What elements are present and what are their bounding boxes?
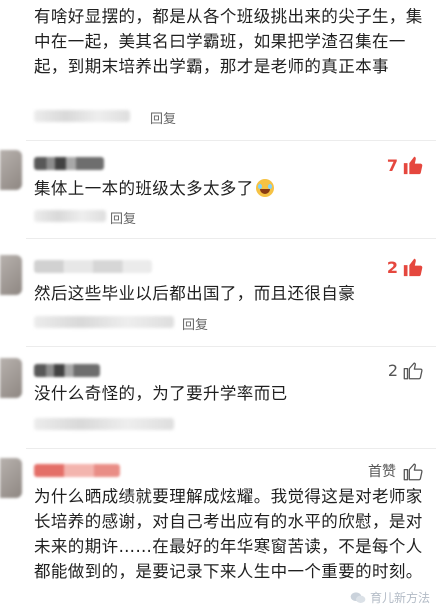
comment-2-like-button[interactable]: 7 (387, 154, 424, 176)
thumbs-up-icon (403, 258, 423, 277)
comment-5-text: 为什么晒成绩就要理解成炫耀。我觉得这是对老师家长培养的感谢，对自己考出应有的水平… (34, 487, 423, 581)
divider (26, 346, 436, 347)
divider (26, 448, 436, 449)
wechat-logo-icon (350, 591, 366, 603)
comment-3-like-button[interactable]: 2 (387, 256, 424, 278)
divider (26, 140, 436, 141)
comment-5-like-button[interactable]: 首赞 (368, 460, 424, 482)
avatar[interactable] (0, 358, 22, 398)
thumbs-up-icon (403, 463, 423, 481)
first-like-badge: 首赞 (368, 464, 396, 480)
like-count: 2 (387, 360, 398, 380)
avatar[interactable] (0, 458, 22, 498)
divider (26, 238, 436, 239)
avatar[interactable] (0, 150, 22, 190)
username[interactable] (34, 157, 104, 170)
watermark-text: 育儿新方法 (369, 591, 430, 605)
comment-3-text: 然后这些毕业以后都出国了，而且还很自豪 (34, 284, 356, 303)
avatar[interactable] (0, 255, 22, 295)
username[interactable] (34, 464, 120, 477)
thumbs-up-icon (403, 156, 423, 175)
username[interactable] (34, 364, 100, 377)
comment-2-reply-button[interactable]: 回复 (110, 208, 136, 227)
like-count: 2 (386, 257, 398, 277)
comment-2-text: 集体上一本的班级太多太多了 (34, 176, 426, 201)
comment-4-like-button[interactable]: 2 (388, 359, 424, 381)
comment-2-meta (34, 210, 106, 222)
comment-3-meta (34, 316, 174, 328)
comment-4-meta (34, 418, 174, 430)
watermark: 育儿新方法 (350, 589, 430, 606)
comment-2-text-content: 集体上一本的班级太多太多了 (34, 179, 254, 198)
comment-3-reply-button[interactable]: 回复 (182, 314, 208, 333)
comment-1-text: 有啥好显摆的，都是从各个班级挑出来的尖子生，集中在一起，美其名曰学霸班，如果把学… (34, 7, 423, 76)
thumbs-up-icon (403, 362, 423, 380)
comment-1-reply-button[interactable]: 回复 (150, 108, 176, 127)
laughing-emoji-icon (255, 179, 274, 197)
comment-1-meta (34, 110, 130, 122)
like-count: 7 (386, 155, 398, 175)
comment-4-text: 没什么奇怪的，为了要升学率而已 (34, 384, 288, 403)
username[interactable] (34, 260, 152, 273)
